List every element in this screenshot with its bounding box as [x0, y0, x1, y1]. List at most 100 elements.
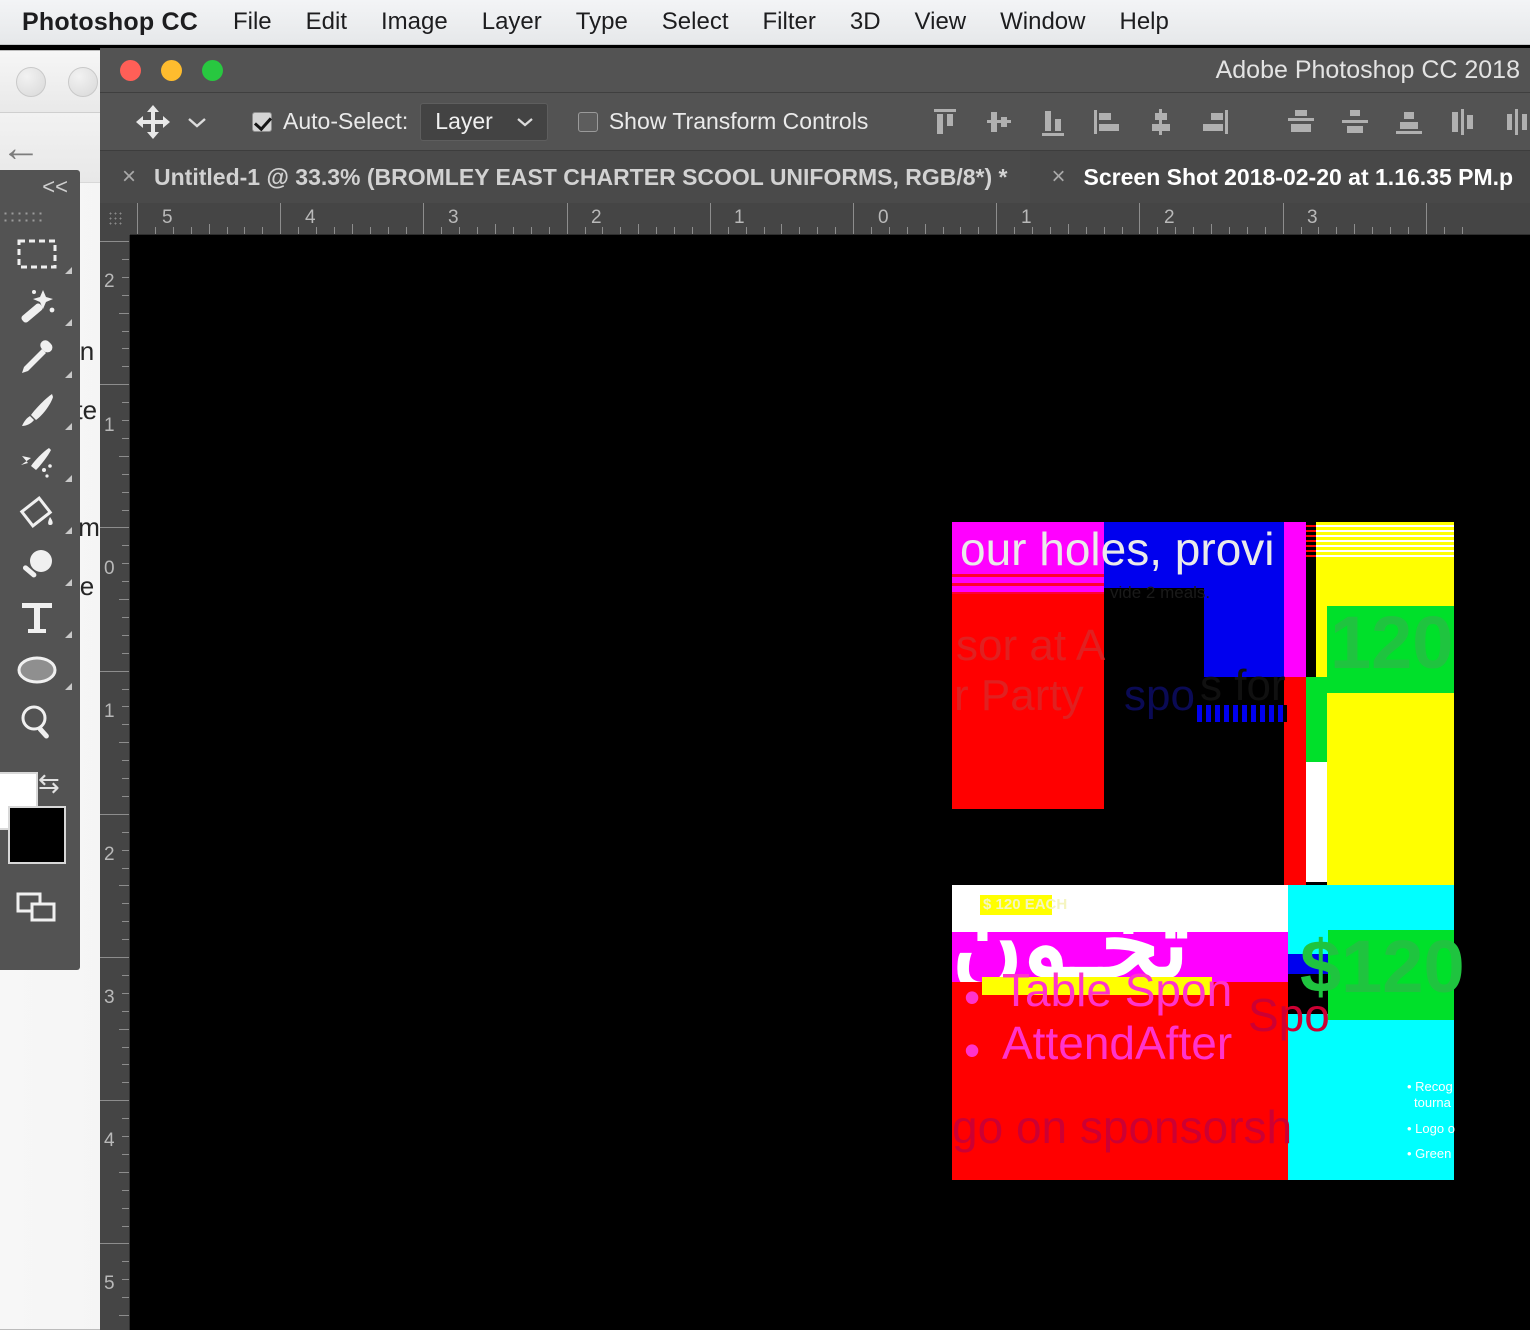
close-icon[interactable]: ×	[1052, 163, 1066, 191]
toolbox-grip[interactable]	[2, 210, 46, 222]
photoshop-window: Adobe Photoshop CC 2018 Auto-Select: Lay…	[100, 48, 1530, 1330]
eyedropper-icon	[22, 340, 53, 373]
menu-item-3d[interactable]: 3D	[833, 8, 898, 36]
menu-item-view[interactable]: View	[898, 8, 984, 36]
active-tool-button[interactable]	[118, 104, 226, 139]
align-left-edges-button[interactable]	[1080, 98, 1134, 146]
chevron-down-icon	[517, 118, 533, 127]
brush-icon	[22, 394, 53, 426]
glitch-text-line: vide 2 meals.	[1110, 583, 1211, 602]
tool-clone-stamp[interactable]	[0, 436, 80, 488]
ellipse-icon	[17, 656, 57, 684]
collapse-icon: <<	[42, 174, 68, 199]
align-right-edges-button[interactable]	[1188, 98, 1242, 146]
ruler-label: 1	[104, 415, 115, 436]
toolbox-panel: << ⇆	[0, 170, 80, 970]
align-bottom-edges-button[interactable]	[1026, 98, 1080, 146]
distribute-top-edges-button[interactable]	[1274, 98, 1328, 146]
distribute-left-edges-button[interactable]	[1436, 98, 1490, 146]
menu-item-image[interactable]: Image	[364, 8, 465, 36]
finder-close-button[interactable]	[16, 66, 46, 97]
align-horizontal-centers-button[interactable]	[1134, 98, 1188, 146]
tool-type[interactable]	[0, 592, 80, 644]
art-block-magenta-strip	[1284, 522, 1306, 677]
ruler-label: 1	[734, 207, 745, 228]
horizontal-ruler[interactable]: 5 4 3 2 1 0 1 2 3	[130, 203, 1530, 235]
close-icon[interactable]: ×	[122, 163, 136, 191]
menu-item-edit[interactable]: Edit	[289, 8, 364, 36]
ruler-label: 1	[104, 701, 115, 722]
type-icon	[22, 603, 52, 633]
ruler-label: 1	[1021, 207, 1032, 228]
tool-ellipse[interactable]	[0, 644, 80, 696]
auto-select-scope-dropdown[interactable]: Layer	[420, 102, 548, 141]
tool-brush[interactable]	[0, 384, 80, 436]
glitch-text-line: •	[964, 971, 981, 1023]
tab-untitled-1[interactable]: × Untitled-1 @ 33.3% (BROMLEY EAST CHART…	[100, 151, 1030, 203]
auto-select-group[interactable]: Auto-Select:	[238, 108, 408, 135]
art-block-yellow-stripes	[1316, 522, 1454, 560]
menu-item-window[interactable]: Window	[983, 8, 1102, 36]
distribute-bottom-edges-button[interactable]	[1382, 98, 1436, 146]
distribute-horizontal-centers-button[interactable]	[1490, 98, 1530, 146]
glitch-text-line: go on sponsorsh	[952, 1101, 1293, 1153]
align-vertical-centers-button[interactable]	[972, 98, 1026, 146]
tab-label: Screen Shot 2018-02-20 at 1.16.35 PM.p	[1083, 163, 1514, 190]
tool-dodge[interactable]	[0, 540, 80, 592]
distribute-vertical-centers-button[interactable]	[1328, 98, 1382, 146]
art-block-red-strip	[1284, 677, 1306, 885]
canvas[interactable]: our holes, provi vide 2 meals. sor at A …	[130, 235, 1530, 1330]
artwork-composite: our holes, provi vide 2 meals. sor at A …	[952, 522, 1465, 1180]
tool-zoom[interactable]	[0, 696, 80, 748]
ruler-label: 5	[162, 207, 173, 228]
quick-mask-button[interactable]	[0, 872, 80, 942]
auto-select-scope-value: Layer	[435, 108, 493, 134]
menu-item-type[interactable]: Type	[559, 8, 645, 36]
ruler-origin-corner[interactable]	[100, 203, 130, 235]
options-bar: Auto-Select: Layer Show Transform Contro…	[100, 93, 1530, 151]
glitch-text-line: r Party	[954, 671, 1084, 720]
glitch-text-line: AttendAfter	[1002, 1017, 1233, 1069]
menu-item-help[interactable]: Help	[1102, 8, 1185, 36]
align-top-edges-button[interactable]	[918, 98, 972, 146]
tool-paint-bucket[interactable]	[0, 488, 80, 540]
auto-select-checkbox[interactable]	[252, 111, 272, 132]
menu-item-layer[interactable]: Layer	[465, 8, 559, 36]
show-transform-controls-checkbox[interactable]	[577, 111, 598, 132]
glitch-text-line: sor at A	[956, 621, 1106, 670]
art-block-green-sliver	[1306, 677, 1327, 762]
vertical-ruler[interactable]: 2 1 0 1 2 3 4 5	[100, 235, 130, 1330]
tab-label: Untitled-1 @ 33.3% (BROMLEY EAST CHARTER…	[154, 163, 1008, 190]
show-transform-controls-group[interactable]: Show Transform Controls	[548, 108, 868, 135]
tab-screen-shot[interactable]: × Screen Shot 2018-02-20 at 1.16.35 PM.p	[1029, 151, 1530, 203]
background-color-swatch[interactable]	[8, 806, 66, 864]
ruler-label: 4	[104, 1130, 115, 1151]
tool-magic-wand[interactable]	[0, 280, 80, 332]
menu-app-name[interactable]: Photoshop CC	[0, 8, 216, 37]
finder-minimize-button[interactable]	[68, 66, 98, 97]
sidebar-bullet: • Logo o	[1407, 1121, 1455, 1136]
ruler-label: 2	[104, 271, 115, 292]
zoom-button[interactable]	[202, 59, 223, 81]
ruler-label: 2	[104, 844, 115, 865]
art-block-yellow-1	[1316, 560, 1454, 606]
toolbox-collapse-button[interactable]: <<	[0, 170, 80, 204]
swap-colors-icon[interactable]: ⇆	[38, 768, 60, 799]
color-swatches: ⇆	[0, 762, 80, 872]
move-tool-icon	[136, 104, 170, 139]
glitch-text-line: spo	[1124, 671, 1195, 720]
document-tab-bar: × Untitled-1 @ 33.3% (BROMLEY EAST CHART…	[100, 151, 1530, 203]
tool-eyedropper[interactable]	[0, 332, 80, 384]
magic-wand-icon	[21, 290, 55, 323]
menu-item-select[interactable]: Select	[645, 8, 746, 36]
minimize-button[interactable]	[161, 59, 182, 81]
menu-item-file[interactable]: File	[216, 8, 289, 36]
screen: ← → iCloud ces BigMan Remote ed 5280em c…	[0, 0, 1530, 1330]
tool-rectangular-marquee[interactable]	[0, 228, 80, 280]
close-button[interactable]	[120, 59, 141, 81]
menu-item-filter[interactable]: Filter	[746, 8, 833, 36]
ruler-label: 2	[1164, 207, 1175, 228]
ruler-label: 0	[104, 558, 115, 579]
window-controls	[100, 59, 223, 81]
arrow-left-icon[interactable]: ←	[1, 128, 41, 168]
